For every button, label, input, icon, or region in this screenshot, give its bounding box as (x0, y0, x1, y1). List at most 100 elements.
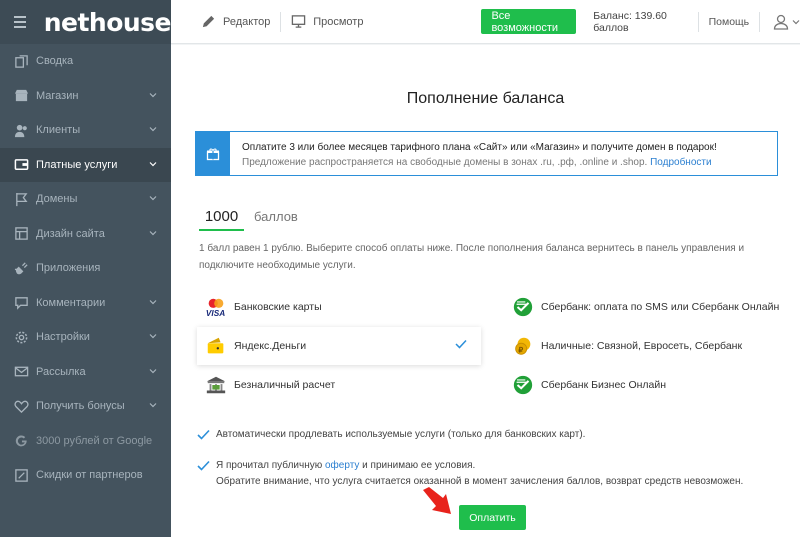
topbar: Редактор Просмотр Все возможности Баланс… (171, 0, 800, 44)
payment-hint: 1 балл равен 1 рублю. Выберите способ оп… (199, 243, 745, 271)
comment-icon (13, 295, 29, 311)
sidebar-item-label: Платные услуги (36, 158, 118, 171)
payment-method-label: Сбербанк: оплата по SMS или Сбербанк Онл… (541, 301, 780, 313)
amount-block: баллов (199, 208, 298, 231)
flag-icon (13, 191, 29, 207)
bank-icon (203, 373, 229, 397)
sidebar-item-label: Комментарии (36, 296, 106, 309)
sidebar-item-8[interactable]: Настройки (0, 320, 171, 355)
balance-text: Баланс: 139.60 баллов (593, 9, 667, 34)
payment-method-5[interactable]: Сбербанк Бизнес Онлайн (504, 366, 787, 404)
view-button[interactable]: Просмотр (291, 0, 363, 44)
payment-method-label: Сбербанк Бизнес Онлайн (541, 379, 667, 391)
mail-icon (13, 364, 29, 380)
sidebar-item-label: Дизайн сайта (36, 227, 105, 240)
payment-method-label: Яндекс.Деньги (234, 340, 307, 352)
checkmark-icon (197, 427, 210, 446)
chevron-down-icon (792, 19, 800, 24)
payment-method-label: Безналичный расчет (234, 379, 336, 391)
copy-icon (13, 53, 29, 69)
cash-coin-icon: ₽ (510, 334, 536, 358)
discount-icon (13, 467, 29, 483)
sidebar-item-label: Сводка (36, 55, 74, 68)
users-icon (13, 122, 29, 138)
sidebar-item-2[interactable]: Клиенты (0, 113, 171, 148)
layout-icon (13, 226, 29, 242)
sberbank-icon (510, 373, 536, 397)
sidebar-item-3[interactable]: Платные услуги (0, 147, 171, 182)
all-features-button[interactable]: Все возможности (481, 9, 577, 34)
svg-text:VISA: VISA (206, 309, 225, 318)
sidebar-item-1[interactable]: Магазин (0, 79, 171, 114)
sidebar-item-label: Магазин (36, 89, 79, 102)
help-link[interactable]: Помощь (709, 16, 750, 28)
sidebar-item-label: Скидки от партнеров (36, 469, 143, 482)
pencil-icon (202, 15, 215, 28)
view-label: Просмотр (313, 15, 364, 28)
logo[interactable]: nethouse (44, 8, 172, 37)
editor-label: Редактор (223, 15, 271, 28)
sidebar-item-0[interactable]: Сводка (0, 44, 171, 79)
monitor-icon (291, 15, 306, 28)
payment-method-3[interactable]: ₽ Наличные: Связной, Евросеть, Сбербанк (504, 327, 787, 365)
hamburger-menu-icon[interactable] (14, 16, 26, 28)
gift-icon (196, 132, 230, 175)
sidebar-item-label: Настройки (36, 331, 90, 344)
offer-note: Обратите внимание, что услуга считается … (216, 476, 744, 487)
promo-details: Предложение распространяется на свободны… (242, 155, 717, 170)
visa-mastercard-icon: VISA (203, 295, 229, 319)
sidebar-item-10[interactable]: Получить бонусы (0, 389, 171, 424)
sidebar-item-label: Получить бонусы (36, 400, 125, 413)
amount-input[interactable] (199, 208, 244, 231)
promo-details-text: Предложение распространяется на свободны… (242, 157, 648, 168)
gear-icon (13, 329, 29, 345)
details-link[interactable]: Подробности (650, 157, 711, 168)
sidebar-item-7[interactable]: Комментарии (0, 286, 171, 321)
sidebar-item-12[interactable]: Скидки от партнеров (0, 458, 171, 493)
autorenew-checkbox[interactable]: Автоматически продлевать используемые ус… (197, 427, 585, 446)
sidebar-item-4[interactable]: Домены (0, 182, 171, 217)
payment-method-4[interactable]: Безналичный расчет (197, 366, 481, 404)
sidebar-item-label: Клиенты (36, 124, 81, 137)
autorenew-label: Автоматически продлевать используемые ус… (216, 429, 586, 440)
sidebar-item-11[interactable]: 3000 рублей от Google (0, 424, 171, 459)
sidebar-item-6[interactable]: Приложения (0, 251, 171, 286)
payment-method-2[interactable]: Яндекс.Деньги (197, 327, 481, 365)
amount-unit: баллов (254, 209, 298, 224)
promo-headline: Оплатите 3 или более месяцев тарифного п… (242, 142, 717, 153)
sidebar-item-label: 3000 рублей от Google (36, 434, 153, 447)
page-title: Пополнение баланса (406, 90, 565, 107)
offer-text-pre: Я прочитал публичную (216, 460, 325, 471)
sidebar-item-5[interactable]: Дизайн сайта (0, 217, 171, 252)
sidebar-item-9[interactable]: Рассылка (0, 355, 171, 390)
main-content: Пополнение баланса Оплатите 3 или более … (171, 45, 800, 537)
divider (759, 11, 760, 32)
offer-text-post: и принимаю ее условия. (359, 460, 476, 471)
sidebar-header: nethouse (0, 0, 172, 44)
plug-icon (13, 260, 29, 276)
payment-method-label: Наличные: Связной, Евросеть, Сбербанк (541, 340, 743, 352)
red-arrow-icon (423, 487, 451, 514)
sidebar-nav: Сводка Магазин Клиенты Платные услуги Домены… (0, 44, 171, 493)
wallet-icon (13, 157, 29, 173)
sberbank-icon (510, 295, 536, 319)
payment-method-0[interactable]: VISA Банковские карты (197, 288, 481, 326)
payment-method-1[interactable]: Сбербанк: оплата по SMS или Сбербанк Онл… (504, 288, 787, 326)
heart-icon (13, 398, 29, 414)
checkmark-icon (197, 458, 210, 490)
divider (280, 11, 282, 32)
sidebar: nethouse Сводка Магазин Клиенты Платные усл… (0, 0, 172, 537)
sidebar-item-label: Приложения (36, 262, 101, 275)
checkmark-icon (455, 339, 467, 352)
promo-banner: Оплатите 3 или более месяцев тарифного п… (195, 131, 778, 176)
payment-method-label: Банковские карты (234, 301, 322, 313)
sidebar-item-label: Домены (36, 193, 78, 206)
user-menu[interactable] (772, 13, 800, 31)
pay-button[interactable]: Оплатить (459, 505, 526, 530)
offer-link[interactable]: оферту (325, 460, 359, 471)
google-icon (13, 433, 29, 449)
user-icon (773, 14, 789, 30)
editor-button[interactable]: Редактор (201, 0, 270, 44)
offer-label: Я прочитал публичную оферту и принимаю е… (216, 458, 743, 490)
offer-checkbox[interactable]: Я прочитал публичную оферту и принимаю е… (197, 458, 743, 490)
